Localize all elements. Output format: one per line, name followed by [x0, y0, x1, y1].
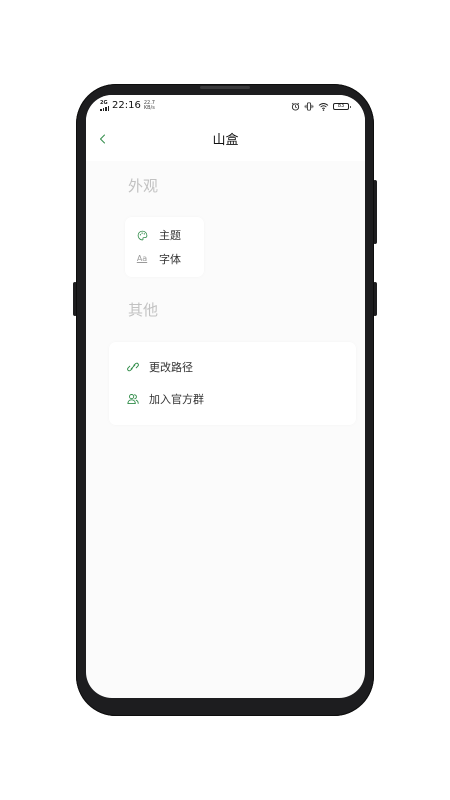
- section-label-other: 其他: [128, 301, 159, 319]
- appearance-card: 主题 Aa 字体: [125, 217, 204, 277]
- phone-speaker-slot: [200, 86, 250, 89]
- wifi-icon: [318, 103, 329, 111]
- page-title: 山盒: [212, 133, 239, 148]
- status-bar-right: 83: [291, 102, 351, 111]
- change-path-item[interactable]: 更改路径: [127, 359, 193, 375]
- alarm-icon: [291, 102, 300, 111]
- signal-icon: [100, 105, 109, 111]
- font-icon-text: Aa: [136, 254, 148, 263]
- section-label-appearance: 外观: [128, 177, 159, 195]
- palette-icon: [137, 230, 147, 240]
- status-time: 22:16: [112, 100, 141, 111]
- network-speed-unit: KB/s: [143, 104, 155, 111]
- network-indicator: 2G: [100, 100, 109, 111]
- phone-screen: 2G 22:16 22.7 KB/s 83 山盒 外观 主题 Aa 字体 其他 …: [86, 95, 365, 698]
- page: 2G 22:16 22.7 KB/s 83 山盒 外观 主题 Aa 字体 其他 …: [0, 0, 450, 800]
- other-card: 更改路径 加入官方群: [109, 342, 356, 425]
- theme-item[interactable]: 主题: [136, 227, 181, 243]
- theme-label: 主题: [159, 229, 181, 242]
- network-speed: 22.7 KB/s: [143, 100, 155, 111]
- font-label: 字体: [159, 253, 181, 266]
- link-icon: [127, 362, 139, 372]
- group-icon: [127, 394, 139, 405]
- join-group-label: 加入官方群: [149, 393, 204, 406]
- battery-icon: 83: [333, 103, 351, 110]
- vibrate-icon: [304, 102, 314, 111]
- battery-level: 83: [337, 103, 345, 109]
- header-area: 2G 22:16 22.7 KB/s 83 山盒: [86, 95, 365, 161]
- font-icon: Aa: [136, 253, 148, 265]
- status-bar-left: 2G 22:16 22.7 KB/s: [100, 100, 155, 111]
- join-group-item[interactable]: 加入官方群: [127, 391, 204, 407]
- font-item[interactable]: Aa 字体: [136, 251, 181, 267]
- change-path-label: 更改路径: [149, 361, 193, 374]
